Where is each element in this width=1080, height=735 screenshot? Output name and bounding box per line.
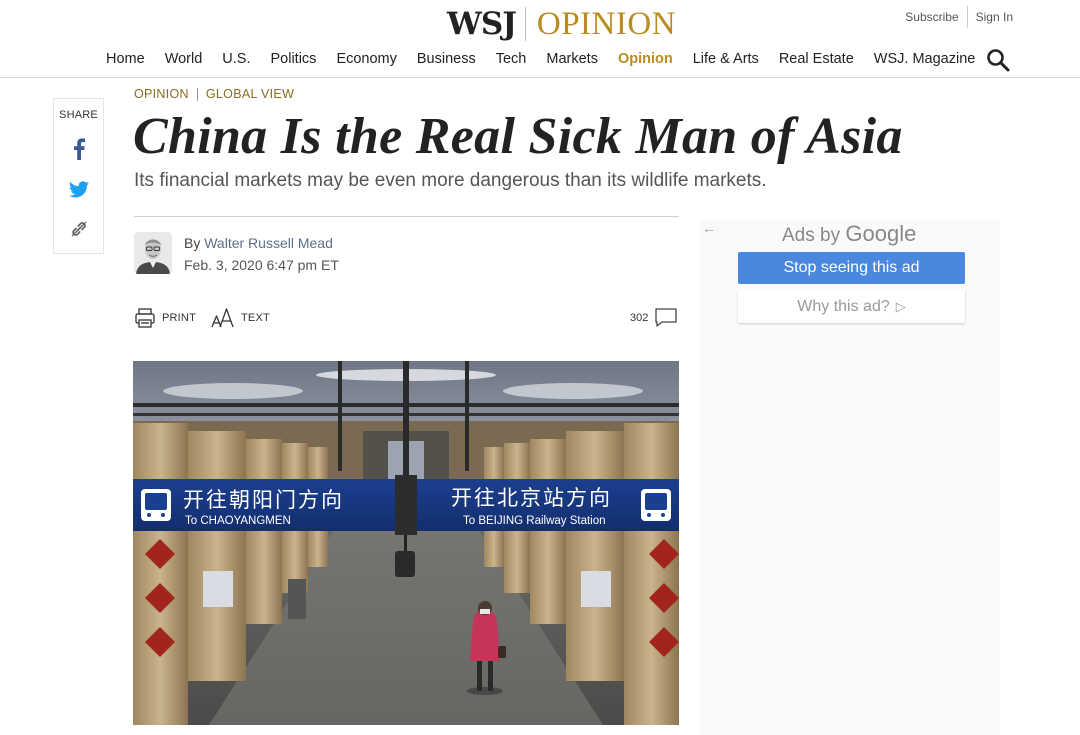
nav-item-life-arts[interactable]: Life & Arts xyxy=(693,51,759,67)
byline: By Walter Russell Mead xyxy=(184,235,333,251)
lead-photo[interactable]: 开往朝阳门方向 To CHAOYANGMEN 开往北京站方向 To BEIJIN… xyxy=(133,361,679,725)
why-this-ad-label: Why this ad? xyxy=(797,297,890,315)
comment-icon xyxy=(655,308,678,327)
print-label: PRINT xyxy=(162,312,196,324)
sign-in-link[interactable]: Sign In xyxy=(976,10,1013,24)
nav-item-markets[interactable]: Markets xyxy=(546,51,598,67)
nav-item-world[interactable]: World xyxy=(165,51,203,67)
nav-item-opinion[interactable]: Opinion xyxy=(618,51,673,67)
ad-panel: ← Ads by Google Stop seeing this ad Why … xyxy=(700,220,1000,735)
ads-by-google: Ads by Google xyxy=(782,221,916,247)
byline-prefix: By xyxy=(184,235,201,251)
article-headline: China Is the Real Sick Man of Asia xyxy=(133,108,903,165)
flashline: OPINION GLOBAL VIEW xyxy=(134,87,294,101)
nav-item-tech[interactable]: Tech xyxy=(496,51,527,67)
wsj-opinion-logo[interactable]: WSJ OPINION xyxy=(447,6,676,42)
article-dek: Its financial markets may be even more d… xyxy=(134,170,767,191)
comment-count: 302 xyxy=(630,312,649,324)
article-timestamp: Feb. 3, 2020 6:47 pm ET xyxy=(184,257,339,273)
nav-item-real-estate[interactable]: Real Estate xyxy=(779,51,854,67)
share-label: SHARE xyxy=(59,109,98,121)
why-this-ad-button[interactable]: Why this ad? ▷ xyxy=(738,290,965,323)
article-tools: PRINT TEXT xyxy=(134,305,285,331)
flashline-column[interactable]: GLOBAL VIEW xyxy=(206,87,294,101)
adchoices-icon: ▷ xyxy=(895,298,906,314)
comments-button[interactable]: 302 xyxy=(630,306,678,330)
account-links: Subscribe Sign In xyxy=(905,6,1013,28)
ads-by-label: Ads by xyxy=(782,225,841,246)
masthead: WSJ OPINION Subscribe Sign In Home World… xyxy=(0,0,1080,78)
search-icon[interactable] xyxy=(986,48,1010,72)
text-size-button[interactable]: TEXT xyxy=(211,307,270,329)
nav-item-wsj-magazine[interactable]: WSJ. Magazine xyxy=(874,51,976,67)
author-avatar[interactable] xyxy=(134,232,172,274)
twitter-icon[interactable] xyxy=(66,176,92,202)
flashline-section[interactable]: OPINION xyxy=(134,87,189,101)
printer-icon xyxy=(135,308,155,328)
sign-right-chinese: 开往北京站方向 xyxy=(451,486,612,510)
stop-seeing-ad-button[interactable]: Stop seeing this ad xyxy=(738,252,965,284)
flashline-divider xyxy=(196,87,198,101)
subway-station-photo: 开往朝阳门方向 To CHAOYANGMEN 开往北京站方向 To BEIJIN… xyxy=(133,361,679,725)
print-button[interactable]: PRINT xyxy=(134,307,196,329)
author-link[interactable]: Walter Russell Mead xyxy=(204,235,333,251)
sign-left-chinese: 开往朝阳门方向 xyxy=(183,488,344,512)
text-size-label: TEXT xyxy=(241,312,270,324)
nav-item-us[interactable]: U.S. xyxy=(222,51,250,67)
facebook-icon[interactable] xyxy=(66,136,92,162)
link-icon[interactable] xyxy=(66,216,92,242)
logo-divider xyxy=(524,7,526,41)
text-size-icon xyxy=(211,308,234,328)
logo-wsj: WSJ xyxy=(447,6,517,42)
nav-item-home[interactable]: Home xyxy=(106,51,145,67)
divider xyxy=(134,216,679,217)
main-nav: Home World U.S. Politics Economy Busines… xyxy=(106,49,995,69)
google-wordmark: Google xyxy=(845,221,917,246)
share-rail: SHARE xyxy=(53,98,104,254)
sign-right-english: To BEIJING Railway Station xyxy=(463,515,606,527)
logo-section: OPINION xyxy=(536,6,677,42)
ad-back-arrow-icon[interactable]: ← xyxy=(702,220,716,236)
subscribe-link[interactable]: Subscribe xyxy=(905,10,958,24)
nav-item-politics[interactable]: Politics xyxy=(271,51,317,67)
sign-left-english: To CHAOYANGMEN xyxy=(185,515,291,527)
nav-item-business[interactable]: Business xyxy=(417,51,476,67)
account-divider xyxy=(966,6,968,28)
nav-item-economy[interactable]: Economy xyxy=(336,51,396,67)
